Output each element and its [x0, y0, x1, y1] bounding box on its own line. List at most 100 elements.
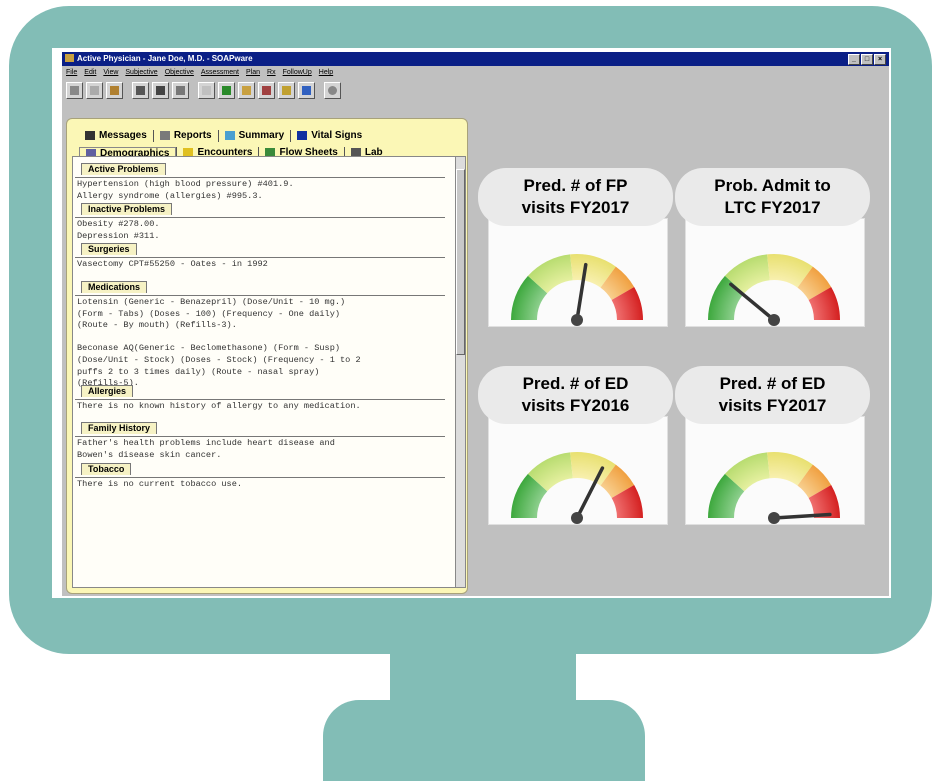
help-icon — [176, 86, 185, 95]
export-button[interactable] — [258, 82, 275, 99]
paste-icon — [110, 86, 119, 95]
cut-button[interactable] — [66, 82, 83, 99]
save-icon — [222, 86, 231, 95]
copy-icon — [90, 86, 99, 95]
menu-item-followup[interactable]: FollowUp — [283, 66, 312, 80]
calendar-icon — [282, 86, 291, 95]
menu-item-help[interactable]: Help — [319, 66, 333, 80]
section-header: Allergies — [81, 384, 134, 397]
filter-icon — [156, 86, 165, 95]
menu-item-view[interactable]: View — [103, 66, 118, 80]
section-family-history: Family History Father's health problems i… — [75, 418, 445, 460]
note-icon — [302, 86, 311, 95]
maximize-button[interactable]: □ — [861, 54, 873, 65]
scrollbar-thumb[interactable] — [456, 169, 465, 355]
new-doc-button[interactable] — [198, 82, 215, 99]
gauge-dial — [708, 452, 840, 524]
gauge-hub — [571, 314, 583, 326]
section-line: (Form - Tabs) (Doses - 100) (Frequency -… — [77, 308, 341, 319]
title-bar: Active Physician - Jane Doe, M.D. - SOAP… — [62, 52, 889, 66]
section-line: There is no current tobacco use. — [77, 478, 243, 489]
folder-icon — [242, 86, 251, 95]
section-line — [75, 332, 445, 343]
minimize-button[interactable]: _ — [848, 54, 860, 65]
section-medications: Medications Lotensin (Generic - Benazepri… — [75, 277, 445, 389]
menu-item-rx[interactable]: Rx — [267, 66, 276, 80]
tab-label: Summary — [238, 130, 285, 141]
section-allergies: Allergies There is no known history of al… — [75, 381, 445, 412]
menu-item-file[interactable]: File — [66, 66, 77, 80]
gauge-label-line2: LTC FY2017 — [724, 198, 821, 217]
folder-button[interactable] — [238, 82, 255, 99]
gauge-hub — [571, 512, 583, 524]
summary-icon — [224, 131, 235, 140]
record-button[interactable] — [324, 82, 341, 99]
phone-icon — [85, 131, 95, 140]
section-header: Inactive Problems — [81, 203, 173, 216]
help-button[interactable] — [172, 82, 189, 99]
copy-button[interactable] — [86, 82, 103, 99]
gauge-hub — [768, 512, 780, 524]
export-icon — [262, 86, 271, 95]
filter-button[interactable] — [152, 82, 169, 99]
save-button[interactable] — [218, 82, 235, 99]
monitor-base — [323, 700, 645, 781]
paste-button[interactable] — [106, 82, 123, 99]
section-inactive-problems: Inactive Problems Obesity #278.00. Depress… — [75, 199, 445, 241]
gauge-label-line2: visits FY2017 — [521, 198, 630, 217]
section-active-problems: Active Problems Hypertension (high blood … — [75, 159, 445, 201]
close-button[interactable]: × — [874, 54, 886, 65]
print-icon — [136, 86, 145, 95]
report-icon — [159, 131, 170, 140]
menu-item-plan[interactable]: Plan — [246, 66, 260, 80]
section-line: Obesity #278.00. — [77, 219, 160, 230]
print-button[interactable] — [132, 82, 149, 99]
gauge-label: Pred. # of FP visits FY2017 — [478, 168, 673, 226]
section-line: Hypertension (high blood pressure) #401.… — [77, 179, 294, 189]
gauge-label: Pred. # of ED visits FY2017 — [675, 366, 870, 424]
menu-item-edit[interactable]: Edit — [84, 66, 96, 80]
record-icon — [328, 86, 337, 95]
gauge-label: Pred. # of ED visits FY2016 — [478, 366, 673, 424]
section-line: (Route - By mouth) (Refills-3). — [77, 320, 237, 331]
tab-row-top: Messages Reports Summary Vital Signs — [79, 127, 467, 144]
section-header: Medications — [81, 281, 148, 293]
section-divider — [75, 177, 445, 178]
section-line: (Dose/Unit - Stock) (Doses - Stock) (Fre… — [77, 354, 361, 365]
tab-summary[interactable]: Summary — [219, 130, 291, 141]
vertical-scrollbar[interactable] — [455, 157, 465, 587]
tab-reports[interactable]: Reports — [154, 130, 218, 141]
section-line: puffs 2 to 3 times daily) (Route - nasal… — [77, 366, 320, 377]
section-header: Family History — [81, 422, 158, 435]
gauge-label-line1: Pred. # of FP — [523, 176, 628, 195]
app-icon — [65, 54, 74, 62]
section-line: Vasectomy CPT#55250 - Oates - in 1992 — [77, 259, 268, 270]
cut-icon — [70, 86, 79, 95]
section-line: There is no known history of allergy to … — [77, 400, 361, 411]
chart-icon — [297, 131, 308, 140]
gauge-label: Prob. Admit to LTC FY2017 — [675, 168, 870, 226]
section-line: Beconase AQ(Generic - Beclomethasone) (F… — [77, 343, 341, 354]
tab-label: Reports — [173, 130, 212, 141]
gauge-label-line1: Pred. # of ED — [522, 374, 629, 393]
tab-messages[interactable]: Messages — [79, 130, 153, 141]
section-divider — [75, 217, 445, 219]
gauge-dial — [708, 254, 840, 326]
menu-item-assessment[interactable]: Assessment — [201, 66, 239, 80]
section-surgeries: Surgeries Vasectomy CPT#55250 - Oates - i… — [75, 239, 445, 270]
menu-item-subjective[interactable]: Subjective — [125, 66, 157, 80]
calendar-button[interactable] — [278, 82, 295, 99]
section-header: Surgeries — [81, 243, 137, 256]
section-header: Tobacco — [81, 462, 132, 475]
menu-bar: File Edit View Subjective Objective Assessmen… — [62, 66, 333, 80]
section-divider — [75, 257, 445, 259]
gauge-card-1: Pred. # of FP visits FY2017 — [478, 168, 673, 327]
section-divider — [75, 295, 445, 296]
tab-vital-signs[interactable]: Vital Signs — [291, 130, 368, 141]
gauge-label-line1: Prob. Admit to — [714, 176, 831, 195]
note-button[interactable] — [298, 82, 315, 99]
section-header: Active Problems — [81, 163, 166, 175]
menu-item-objective[interactable]: Objective — [165, 66, 194, 80]
tab-label: Messages — [99, 130, 147, 141]
section-line: Father's health problems include heart d… — [77, 438, 335, 449]
